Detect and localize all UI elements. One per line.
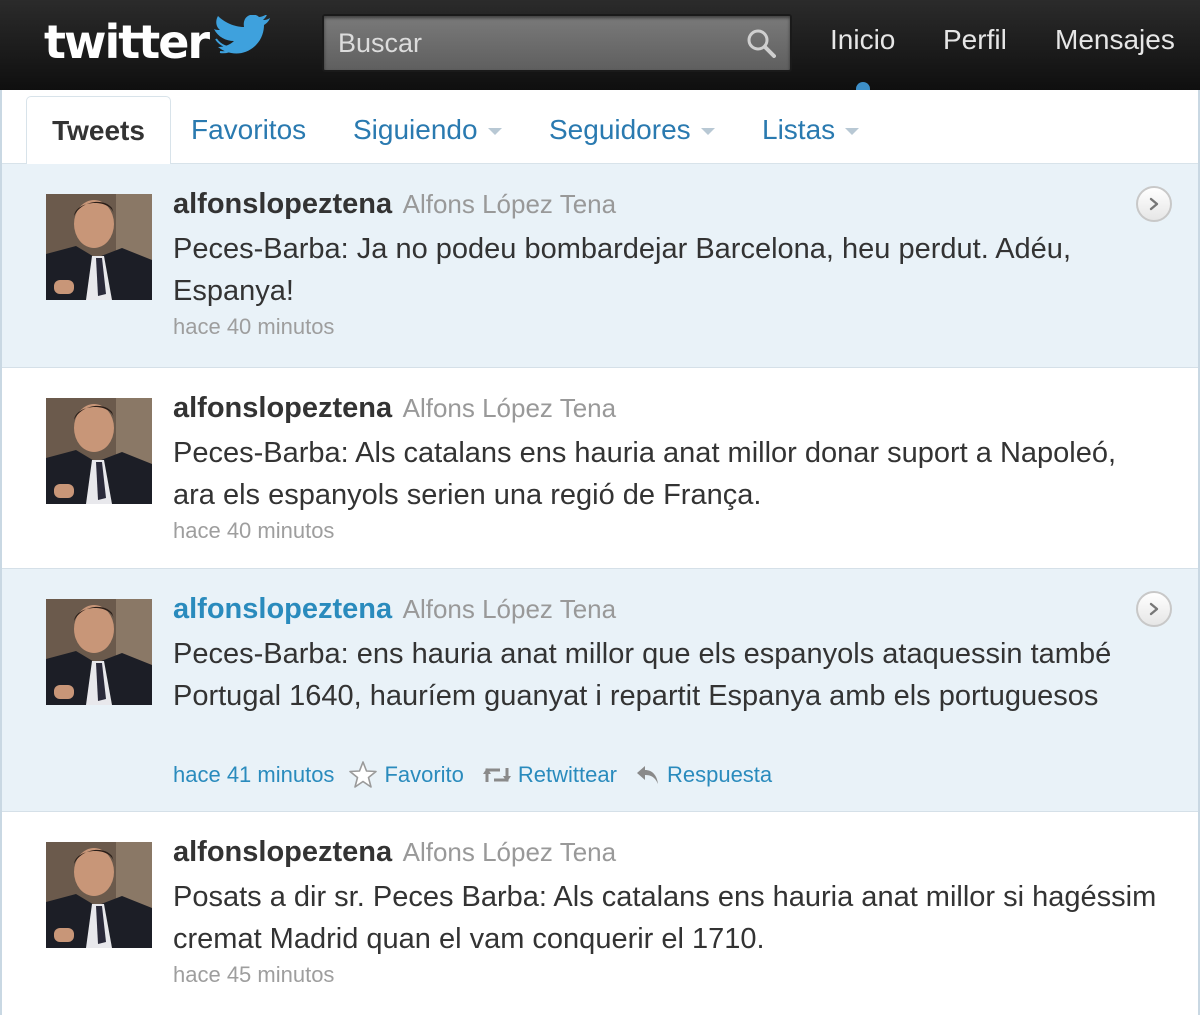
tweet-header: alfonslopeztena Alfons López Tena bbox=[173, 392, 616, 425]
nav-mensajes[interactable]: Mensajes bbox=[1055, 24, 1175, 56]
username[interactable]: alfonslopeztena bbox=[173, 188, 392, 220]
nav-inicio[interactable]: Inicio bbox=[830, 24, 895, 56]
username[interactable]: alfonslopeztena bbox=[173, 392, 392, 424]
full-name: Alfons López Tena bbox=[402, 393, 617, 423]
bird-icon bbox=[210, 13, 271, 66]
tweet-text: Peces-Barba: Als catalans ens hauria ana… bbox=[173, 437, 1117, 511]
logo-text: twitter bbox=[44, 15, 210, 69]
chevron-down-icon bbox=[845, 127, 860, 135]
tweet-header: alfonslopeztena Alfons López Tena bbox=[173, 593, 616, 626]
tweet-timestamp[interactable]: hace 40 minutos bbox=[173, 314, 334, 340]
tab-siguiendo[interactable]: Siguiendo bbox=[353, 114, 502, 146]
full-name: Alfons López Tena bbox=[402, 837, 617, 867]
search-box[interactable] bbox=[322, 14, 792, 72]
search-icon[interactable] bbox=[746, 28, 776, 63]
tweet-text: Posats a dir sr. Peces Barba: Als catala… bbox=[173, 881, 1157, 955]
tweet-item[interactable]: alfonslopeztena Alfons López Tena Peces-… bbox=[2, 569, 1198, 812]
username[interactable]: alfonslopeztena bbox=[173, 593, 392, 625]
profile-tabs: Tweets Favoritos Siguiendo Seguidores Li… bbox=[2, 90, 1198, 165]
tweet-item[interactable]: alfonslopeztena Alfons López Tena Peces-… bbox=[2, 164, 1198, 368]
search-input[interactable] bbox=[324, 16, 734, 70]
tab-favoritos[interactable]: Favoritos bbox=[191, 114, 306, 146]
chevron-right-icon bbox=[1149, 197, 1159, 211]
avatar[interactable] bbox=[46, 599, 152, 705]
tab-tweets[interactable]: Tweets bbox=[26, 96, 171, 165]
tweet-timestamp[interactable]: hace 45 minutos bbox=[173, 962, 334, 988]
tab-seguidores[interactable]: Seguidores bbox=[549, 114, 715, 146]
tab-seguidores-label: Seguidores bbox=[549, 114, 691, 145]
retweet-button[interactable]: Retwittear bbox=[482, 762, 617, 788]
tweet-header: alfonslopeztena Alfons López Tena bbox=[173, 188, 616, 221]
twitter-logo[interactable]: twitter bbox=[44, 13, 271, 69]
tweet-text: Peces-Barba: Ja no podeu bombardejar Bar… bbox=[173, 233, 1071, 307]
favorite-button[interactable]: Favorito bbox=[348, 760, 464, 790]
expand-tweet-button[interactable] bbox=[1136, 186, 1172, 222]
retweet-icon bbox=[482, 768, 511, 782]
tweet-timestamp[interactable]: hace 40 minutos bbox=[173, 518, 334, 544]
tweet-header: alfonslopeztena Alfons López Tena bbox=[173, 836, 616, 869]
avatar[interactable] bbox=[46, 194, 152, 300]
avatar[interactable] bbox=[46, 842, 152, 948]
tab-listas[interactable]: Listas bbox=[762, 114, 860, 146]
chevron-right-icon bbox=[1149, 602, 1159, 616]
tweet-text: Peces-Barba: ens hauria anat millor que … bbox=[173, 638, 1112, 712]
reply-label: Respuesta bbox=[666, 762, 773, 787]
username[interactable]: alfonslopeztena bbox=[173, 836, 392, 868]
tweet-actions: hace 41 minutos Favorito Retwittear Resp… bbox=[173, 760, 790, 790]
active-nav-indicator bbox=[856, 82, 870, 90]
tweet-item[interactable]: alfonslopeztena Alfons López Tena Posats… bbox=[2, 812, 1198, 1015]
nav-perfil[interactable]: Perfil bbox=[943, 24, 1007, 56]
reply-icon bbox=[636, 766, 658, 784]
tweet-item[interactable]: alfonslopeztena Alfons López Tena Peces-… bbox=[2, 368, 1198, 569]
tab-siguiendo-label: Siguiendo bbox=[353, 114, 478, 145]
chevron-down-icon bbox=[487, 127, 502, 135]
full-name: Alfons López Tena bbox=[402, 594, 617, 624]
tweet-timestamp[interactable]: hace 41 minutos bbox=[173, 762, 334, 788]
top-bar: twitter Inicio Perfil Mensajes bbox=[0, 0, 1200, 90]
star-icon bbox=[349, 761, 378, 788]
tab-favoritos-label: Favoritos bbox=[191, 114, 307, 145]
reply-button[interactable]: Respuesta bbox=[635, 762, 772, 788]
expand-tweet-button[interactable] bbox=[1136, 591, 1172, 627]
retweet-label: Retwittear bbox=[517, 762, 617, 787]
tab-listas-label: Listas bbox=[762, 114, 836, 145]
avatar[interactable] bbox=[46, 398, 152, 504]
full-name: Alfons López Tena bbox=[402, 189, 617, 219]
chevron-down-icon bbox=[700, 127, 715, 135]
favorite-label: Favorito bbox=[384, 762, 464, 787]
